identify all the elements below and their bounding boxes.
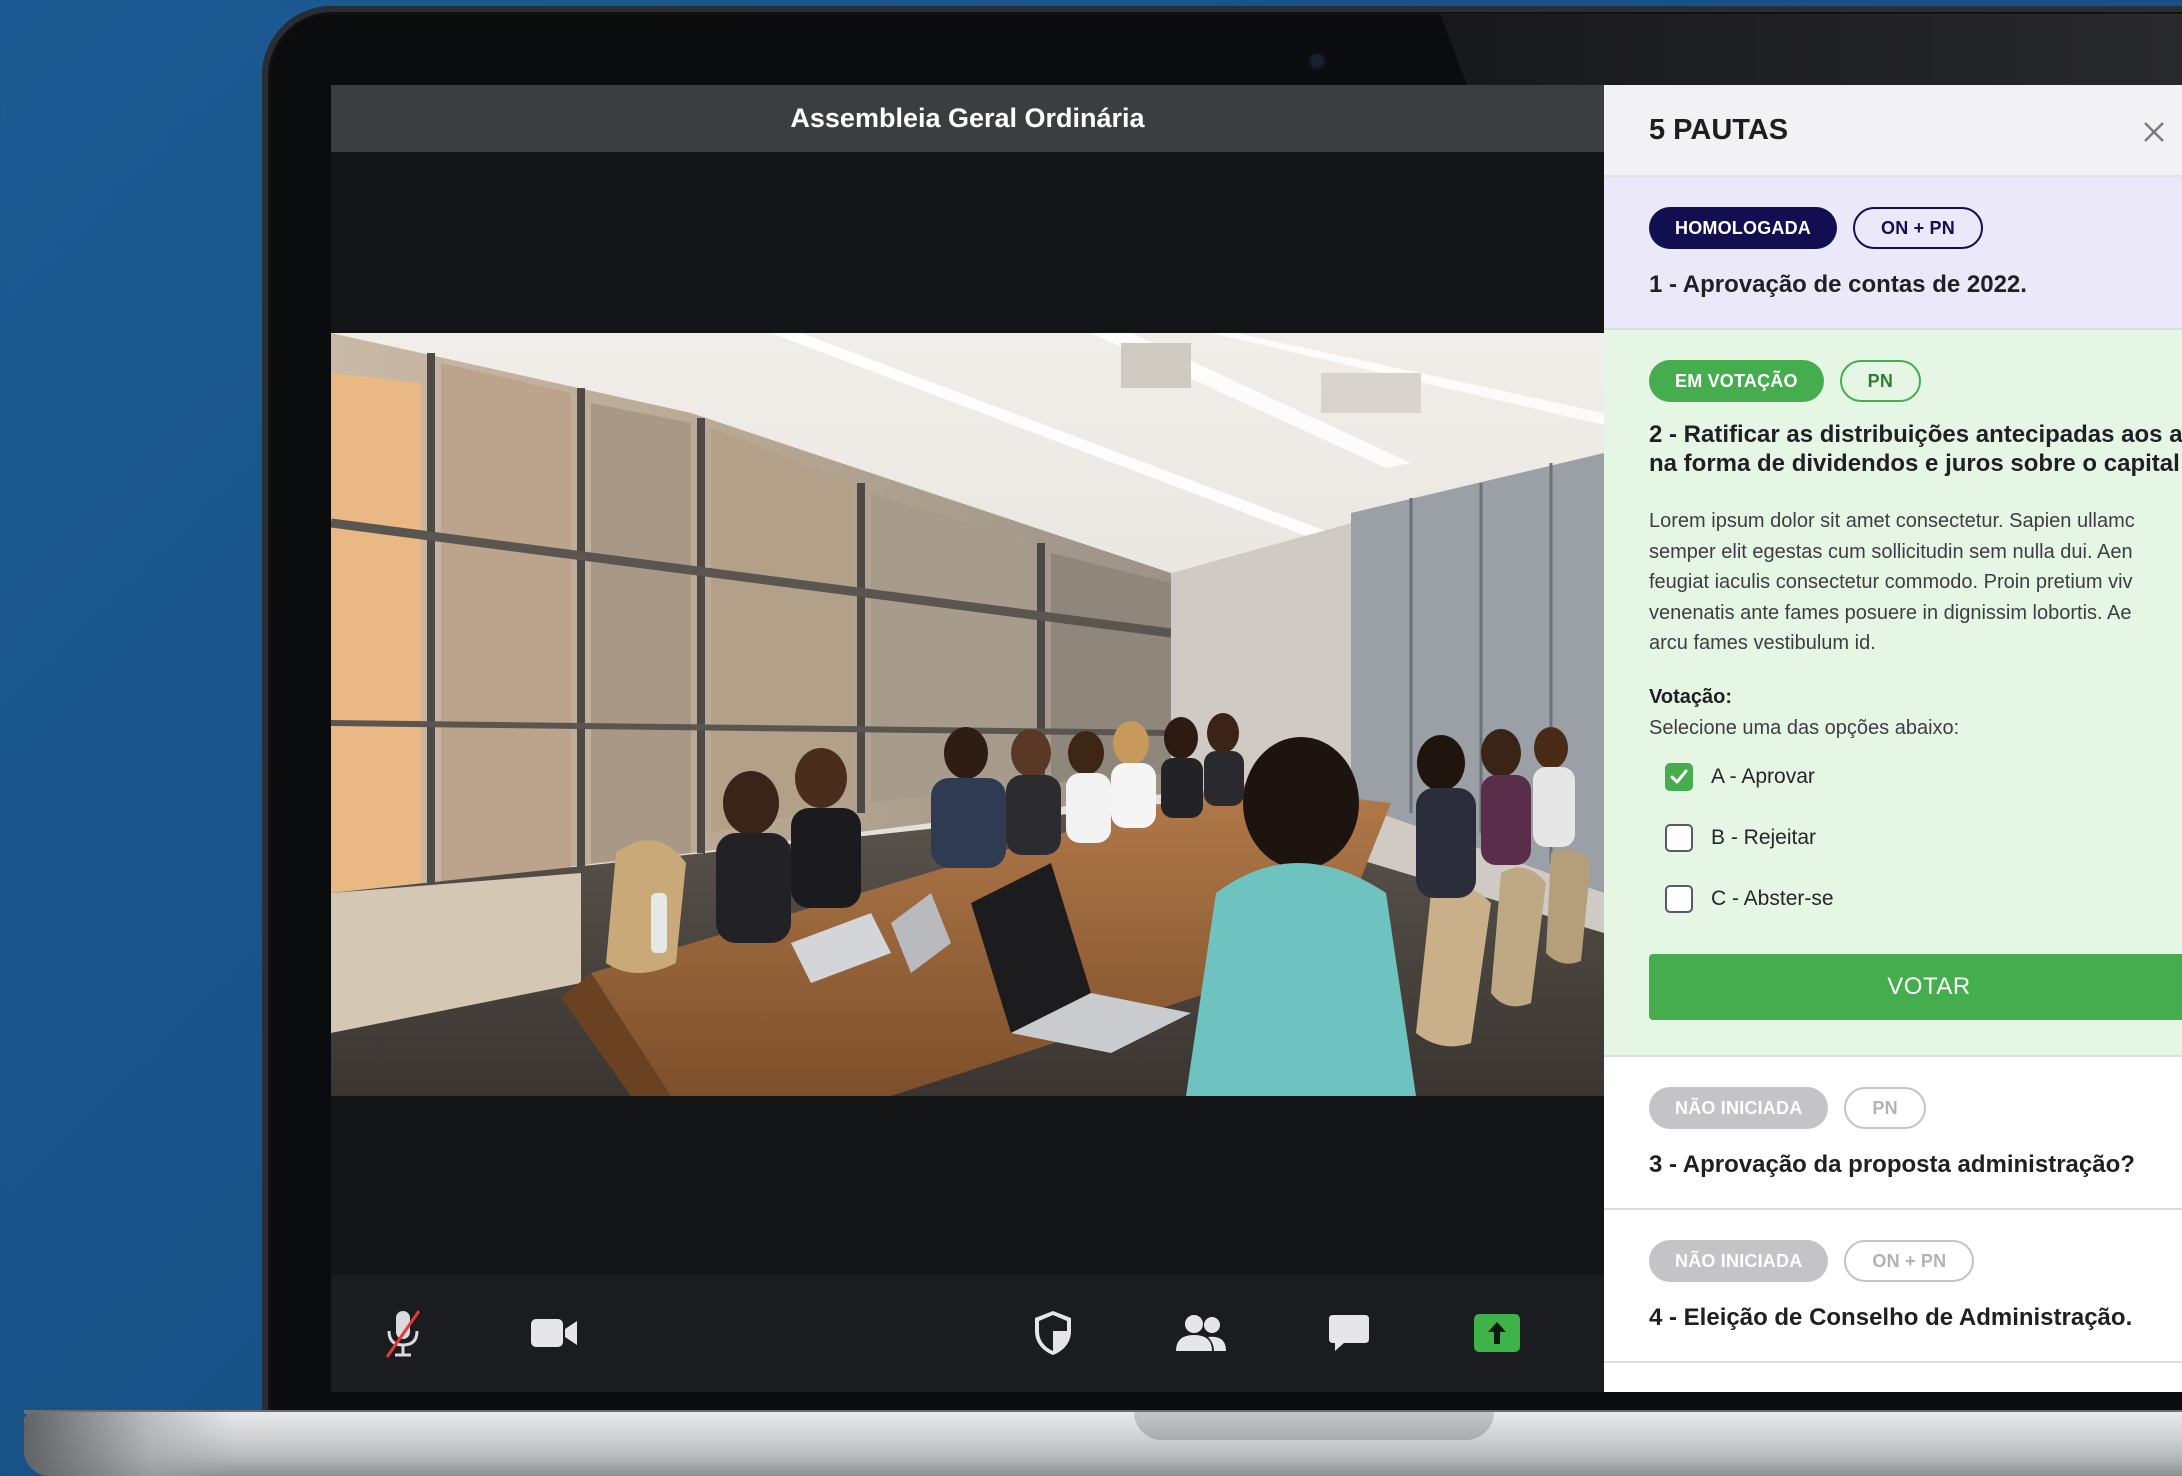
share-screen-icon[interactable] xyxy=(1467,1303,1527,1363)
share-type-badge: PN xyxy=(1844,1087,1926,1129)
status-badge: HOMOLOGADA xyxy=(1649,207,1837,249)
agenda-item-title: 3 - Aprovação da proposta administração? xyxy=(1649,1151,2135,1178)
lid-glare xyxy=(1440,14,2182,94)
agenda-item-title: 4 - Eleição de Conselho de Administração… xyxy=(1649,1304,2133,1331)
vote-option-c[interactable]: C - Abster-se xyxy=(1665,885,1834,913)
vote-instruction: Selecione uma das opções abaixo: xyxy=(1649,717,1960,739)
vote-label: Votação: xyxy=(1649,686,1732,708)
description-line: feugiat iaculis consectetur commodo. Pro… xyxy=(1649,571,2133,593)
video-feed xyxy=(331,333,1604,1096)
agenda-item-title-line: 2 - Ratificar as distribuições antecipad… xyxy=(1649,421,2182,448)
description-line: venenatis ante fames posuere in dignissi… xyxy=(1649,601,2132,624)
agenda-item-2: EM VOTAÇÃO PN 2 - Ratificar as distribui… xyxy=(1604,330,2182,1057)
agenda-panel: 5 PAUTAS HOMOLOGADA ON + PN 1 - Aprovaçã… xyxy=(1604,85,2182,1392)
agenda-title: 5 PAUTAS xyxy=(1649,113,1789,146)
share-type-badge: ON + PN xyxy=(1853,207,1983,249)
share-type-badge: PN xyxy=(1839,360,1922,402)
description-line: arcu fames vestibulum id. xyxy=(1649,632,1876,654)
security-shield-icon[interactable] xyxy=(1023,1303,1083,1363)
agenda-header: 5 PAUTAS xyxy=(1604,85,2182,177)
status-badge: EM VOTAÇÃO xyxy=(1649,360,1824,402)
share-type-badge: ON + PN xyxy=(1844,1240,1975,1282)
agenda-item-title-line: na forma de dividendos e juros sobre o c… xyxy=(1649,450,2182,477)
video-camera-icon[interactable] xyxy=(524,1303,584,1363)
vote-option-label: B - Rejeitar xyxy=(1711,826,1817,849)
agenda-item-1[interactable]: HOMOLOGADA ON + PN 1 - Aprovação de cont… xyxy=(1604,177,2182,330)
description-line: semper elit egestas cum sollicitudin sem… xyxy=(1649,540,2133,563)
agenda-item-3[interactable]: NÃO INICIADA PN 3 - Aprovação da propost… xyxy=(1604,1057,2182,1210)
vote-option-b[interactable]: B - Rejeitar xyxy=(1665,824,1816,852)
vote-option-label: A - Aprovar xyxy=(1711,765,1815,788)
laptop-notch xyxy=(1134,1412,1494,1440)
meeting-room-photo xyxy=(331,333,1604,1096)
checkbox-checked[interactable] xyxy=(1665,763,1693,791)
agenda-item-title: 2 - Ratificar as distribuições antecipad… xyxy=(1649,420,2182,478)
close-icon[interactable] xyxy=(2137,115,2171,149)
microphone-muted-icon[interactable] xyxy=(373,1303,433,1363)
checkbox-unchecked[interactable] xyxy=(1665,824,1693,852)
meeting-title: Assembleia Geral Ordinária xyxy=(790,103,1145,133)
webcam-dot xyxy=(1310,54,1324,68)
status-badge: NÃO INICIADA xyxy=(1649,1240,1829,1282)
meeting-header: Assembleia Geral Ordinária xyxy=(331,85,1604,152)
chat-icon[interactable] xyxy=(1319,1303,1379,1363)
agenda-item-4[interactable]: NÃO INICIADA ON + PN 4 - Eleição de Cons… xyxy=(1604,1210,2182,1363)
laptop-screen: Assembleia Geral Ordinária 5 PAUTAS HOMO… xyxy=(331,85,2182,1392)
description-line: Lorem ipsum dolor sit amet consectetur. … xyxy=(1649,510,2135,532)
status-badge: NÃO INICIADA xyxy=(1649,1087,1829,1129)
agenda-item-description: Lorem ipsum dolor sit amet consectetur. … xyxy=(1649,506,2182,661)
laptop-base xyxy=(24,1412,2182,1476)
meeting-window: Assembleia Geral Ordinária xyxy=(331,85,1604,1392)
vote-button[interactable]: VOTAR xyxy=(1649,954,2182,1020)
vote-option-label: C - Abster-se xyxy=(1711,887,1834,910)
meeting-controls xyxy=(331,1275,1604,1392)
laptop-base-shade xyxy=(24,1412,234,1476)
checkbox-unchecked[interactable] xyxy=(1665,885,1693,913)
agenda-item-title: 1 - Aprovação de contas de 2022. xyxy=(1649,271,2027,298)
participants-icon[interactable] xyxy=(1171,1303,1231,1363)
vote-option-a[interactable]: A - Aprovar xyxy=(1665,763,1815,791)
